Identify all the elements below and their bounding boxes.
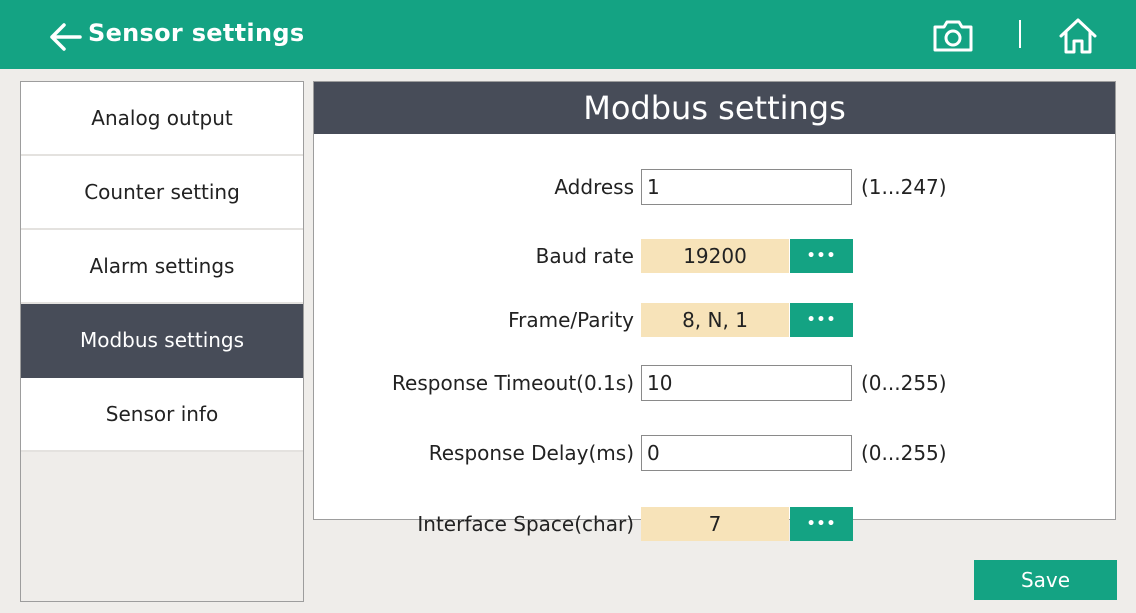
baud-rate-more-button[interactable]: •••	[790, 239, 853, 273]
page-title: Sensor settings	[88, 19, 305, 47]
interface-space-more-button[interactable]: •••	[790, 507, 853, 541]
response-delay-row: Response Delay(ms) 0 (0...255)	[314, 435, 1115, 471]
frame-parity-value: 8, N, 1	[641, 303, 789, 337]
save-button[interactable]: Save	[974, 560, 1117, 600]
address-input[interactable]: 1	[641, 169, 852, 205]
arrow-left-icon	[50, 23, 82, 51]
response-delay-input[interactable]: 0	[641, 435, 852, 471]
response-timeout-label: Response Timeout(0.1s)	[392, 371, 634, 395]
home-button[interactable]	[1058, 16, 1098, 56]
response-timeout-input[interactable]: 10	[641, 365, 852, 401]
baud-rate-label: Baud rate	[535, 244, 634, 268]
interface-space-label: Interface Space(char)	[417, 512, 634, 536]
header-divider	[1019, 20, 1021, 48]
frame-parity-row: Frame/Parity 8, N, 1 •••	[314, 302, 1115, 338]
header-bar: Sensor settings	[0, 0, 1136, 69]
interface-space-row: Interface Space(char) 7 •••	[314, 506, 1115, 541]
sidebar-item-label: Counter setting	[84, 180, 240, 204]
home-icon	[1059, 18, 1097, 54]
sidebar-item-alarm-settings[interactable]: Alarm settings	[21, 230, 303, 304]
sidebar-item-counter-setting[interactable]: Counter setting	[21, 156, 303, 230]
response-timeout-range: (0...255)	[861, 371, 947, 395]
sidebar-item-label: Sensor info	[105, 402, 219, 426]
sidebar: Analog output Counter setting Alarm sett…	[20, 81, 304, 602]
baud-rate-row: Baud rate 19200 •••	[314, 238, 1115, 274]
sidebar-item-sensor-info[interactable]: Sensor info	[21, 378, 303, 452]
panel-title: Modbus settings	[314, 82, 1115, 134]
back-button[interactable]	[46, 18, 84, 56]
frame-parity-more-button[interactable]: •••	[790, 303, 853, 337]
frame-parity-label: Frame/Parity	[508, 308, 634, 332]
address-label: Address	[554, 175, 634, 199]
camera-icon	[933, 20, 973, 52]
camera-button[interactable]	[930, 18, 976, 54]
sidebar-item-label: Modbus settings	[79, 328, 245, 352]
address-range: (1...247)	[861, 175, 947, 199]
baud-rate-value: 19200	[641, 239, 789, 273]
sidebar-item-label: Alarm settings	[89, 254, 235, 278]
interface-space-value: 7	[641, 507, 789, 541]
response-delay-range: (0...255)	[861, 441, 947, 465]
response-timeout-row: Response Timeout(0.1s) 10 (0...255)	[314, 365, 1115, 401]
sidebar-item-analog-output[interactable]: Analog output	[21, 82, 303, 156]
address-row: Address 1 (1...247)	[314, 169, 1115, 205]
sidebar-item-label: Analog output	[91, 106, 233, 130]
response-delay-label: Response Delay(ms)	[428, 441, 634, 465]
sidebar-item-modbus-settings[interactable]: Modbus settings	[21, 304, 303, 378]
modbus-settings-panel: Modbus settings Address 1 (1...247) Baud…	[313, 81, 1116, 541]
